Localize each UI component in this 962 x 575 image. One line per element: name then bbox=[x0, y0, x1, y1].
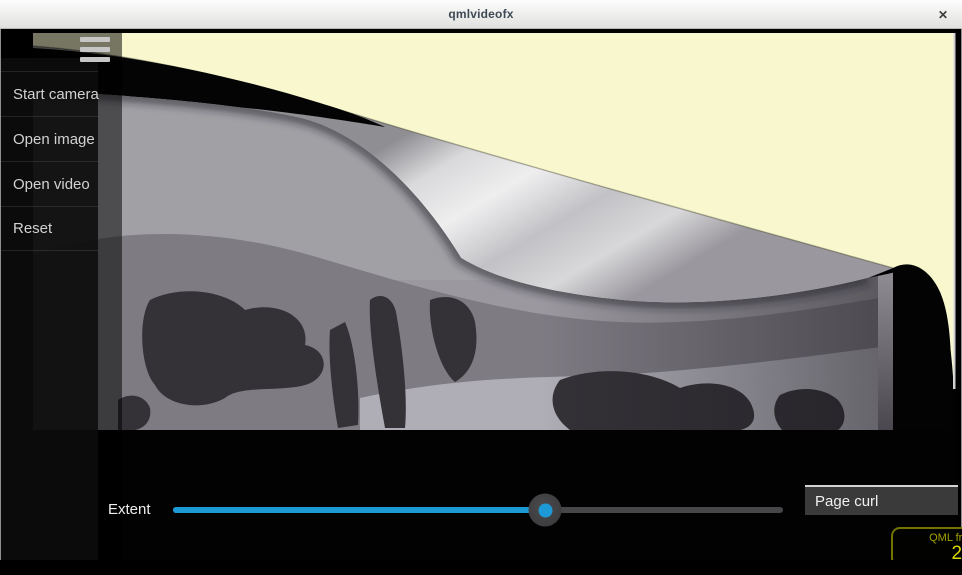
sidebar-item-reset[interactable]: Reset bbox=[1, 206, 98, 251]
close-icon[interactable]: ✕ bbox=[932, 4, 954, 26]
extent-slider[interactable] bbox=[173, 507, 783, 513]
window-titlebar[interactable]: qmlvideofx ✕ bbox=[0, 0, 962, 29]
sidebar-menu: Start camera Open image Open video Reset bbox=[1, 58, 98, 560]
sidebar-item-label: Open video bbox=[13, 176, 90, 193]
sidebar-item-open-image[interactable]: Open image bbox=[1, 116, 98, 161]
extent-slider-handle[interactable] bbox=[529, 494, 562, 527]
window-title: qmlvideofx bbox=[448, 7, 513, 21]
sidebar-item-label: Start camera bbox=[13, 86, 99, 103]
effect-selector-button[interactable]: Page curl bbox=[805, 485, 958, 515]
viewport-right-edge bbox=[953, 33, 956, 389]
extent-slider-fill bbox=[173, 507, 545, 513]
sidebar-item-label: Reset bbox=[13, 220, 52, 237]
sidebar-item-label: Open image bbox=[13, 131, 95, 148]
app-window: { "window": { "title": "qmlvideofx", "cl… bbox=[0, 0, 962, 570]
menu-icon[interactable] bbox=[80, 33, 116, 65]
sidebar-item-start-camera[interactable]: Start camera bbox=[1, 71, 98, 116]
bottom-strip bbox=[0, 560, 962, 570]
extent-slider-label: Extent bbox=[108, 501, 151, 518]
effect-selector-label: Page curl bbox=[815, 493, 878, 510]
slider-handle-dot bbox=[538, 503, 552, 517]
sidebar-item-open-video[interactable]: Open video bbox=[1, 161, 98, 206]
